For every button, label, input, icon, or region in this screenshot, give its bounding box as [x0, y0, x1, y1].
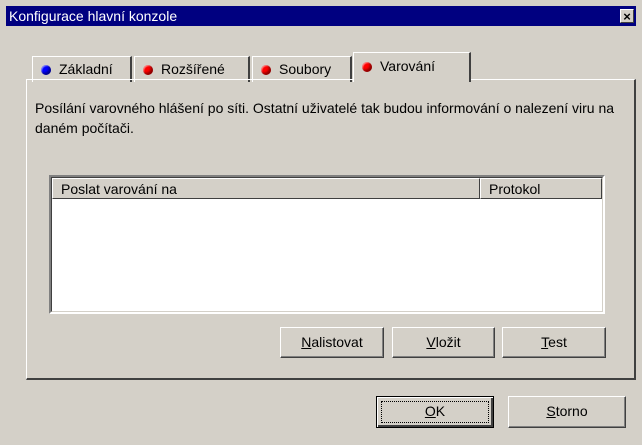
button-label: torno — [555, 403, 588, 419]
mnemonic: N — [301, 334, 312, 350]
panel-description: Posílání varovného hlášení po síti. Osta… — [35, 100, 615, 136]
title-bar[interactable]: Konfigurace hlavní konzole × — [6, 6, 636, 26]
status-dot-icon — [143, 65, 153, 75]
column-header-recipient[interactable]: Poslat varování na — [52, 178, 480, 199]
test-button[interactable]: Test — [502, 327, 606, 358]
tab-label: Základní — [59, 61, 113, 77]
status-dot-icon — [41, 65, 51, 75]
tab-label: Rozšířené — [161, 61, 225, 77]
list-button[interactable]: Nalistovat — [280, 327, 384, 358]
focus-rectangle — [381, 401, 489, 423]
column-header-protocol[interactable]: Protokol — [480, 178, 602, 199]
tab-label: Varování — [380, 58, 435, 74]
close-button[interactable]: × — [620, 9, 634, 23]
cancel-button[interactable]: Storno — [508, 396, 626, 428]
button-label: ložit — [435, 334, 461, 350]
status-dot-icon — [261, 65, 271, 75]
button-label: alistovat — [311, 334, 363, 350]
tab-varovani[interactable]: Varování — [353, 52, 471, 82]
dialog-window: Konfigurace hlavní konzole × Základní Ro… — [0, 0, 642, 445]
tab-label: Soubory — [279, 61, 332, 77]
mnemonic: V — [426, 334, 436, 350]
status-dot-icon — [362, 62, 372, 72]
ok-button[interactable]: OK — [376, 396, 494, 428]
mnemonic: S — [546, 403, 556, 419]
window-title: Konfigurace hlavní konzole — [9, 8, 178, 24]
button-label: est — [548, 334, 567, 350]
close-icon: × — [623, 9, 631, 24]
recipient-list[interactable]: Poslat varování na Protokol — [49, 175, 605, 314]
insert-button[interactable]: Vložit — [392, 327, 495, 358]
